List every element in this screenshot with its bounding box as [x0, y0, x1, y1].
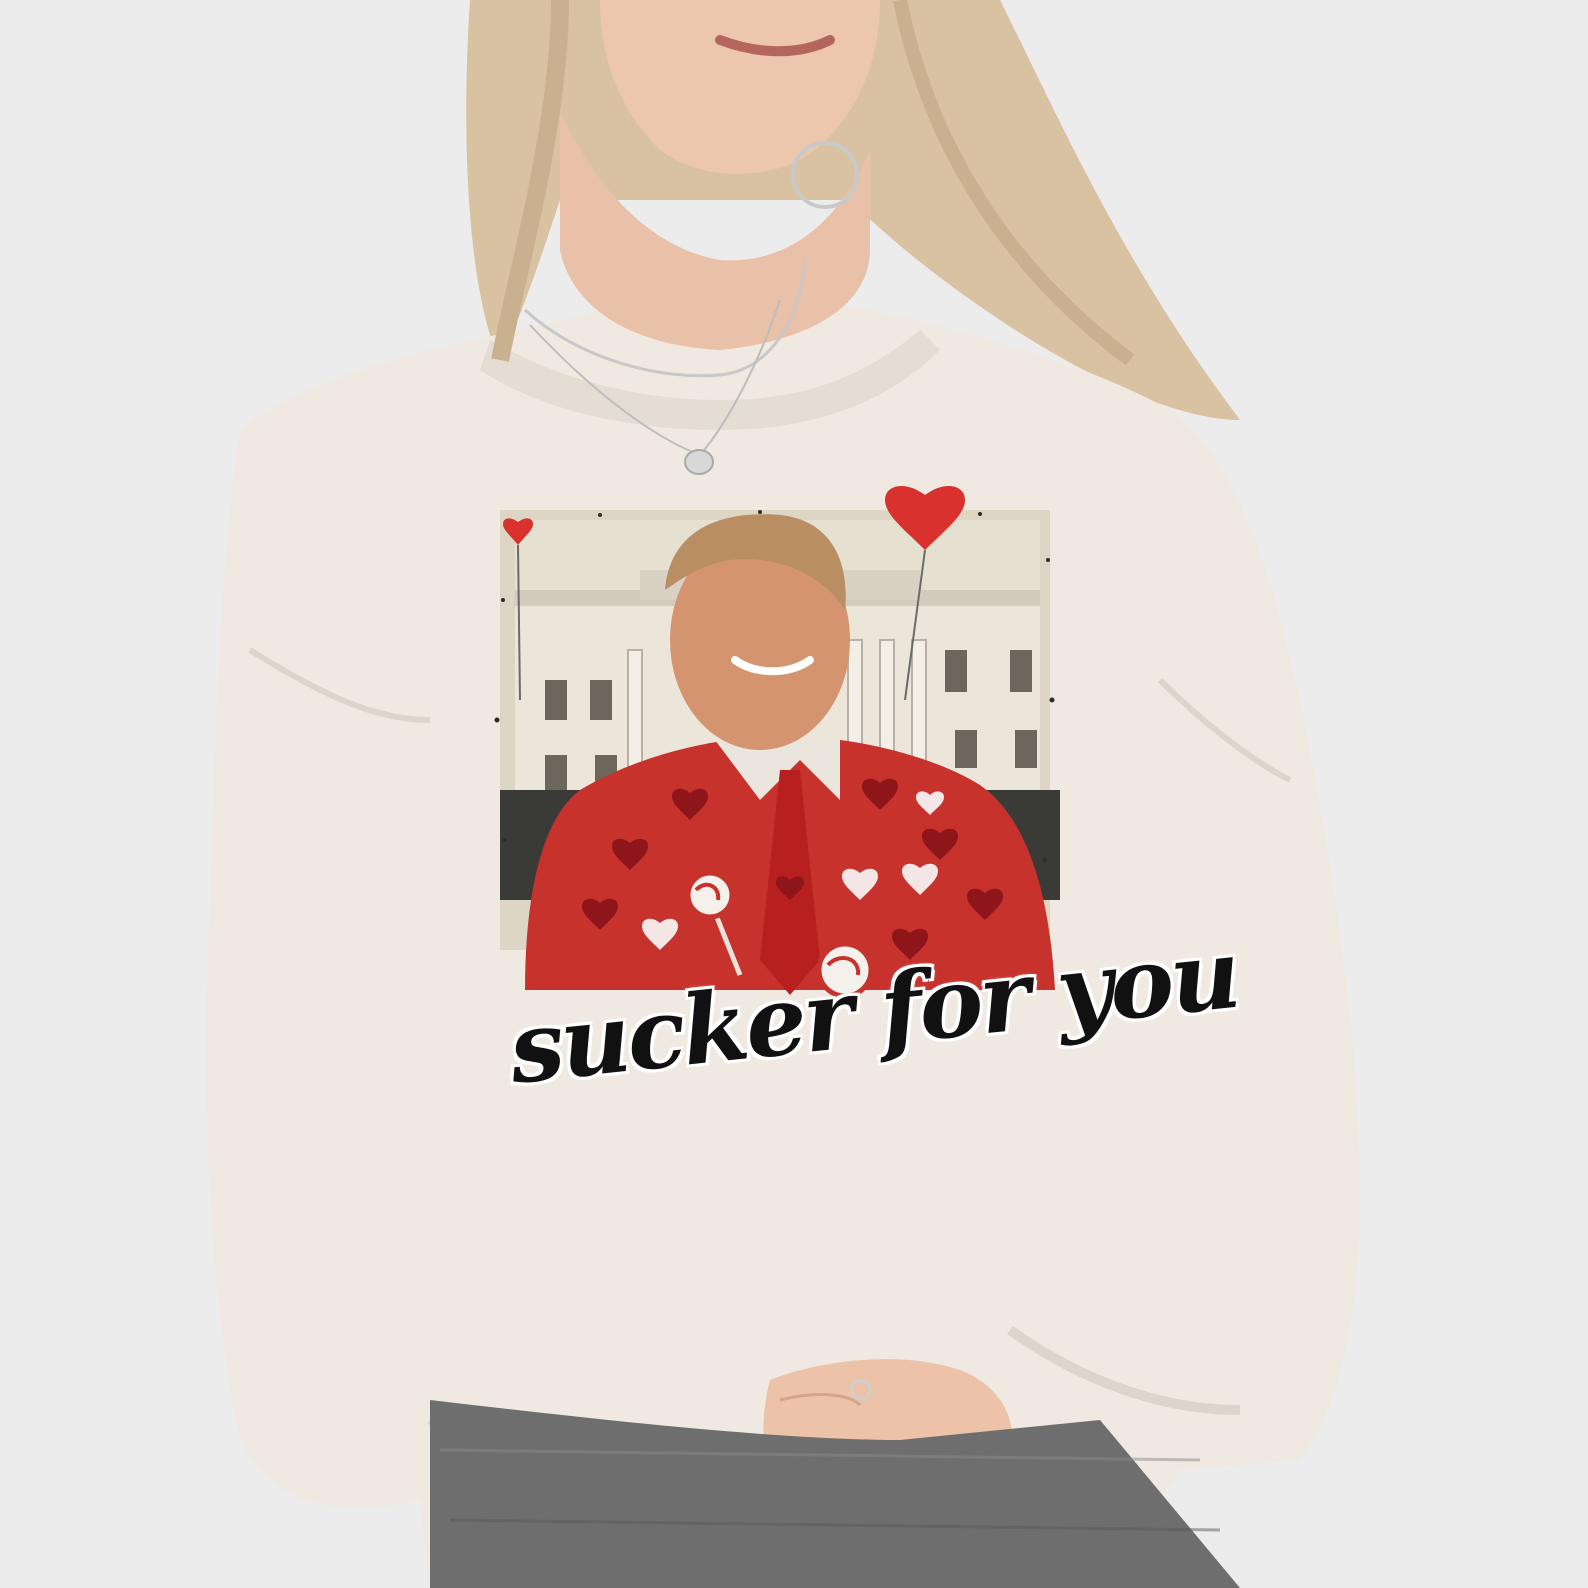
- photo-illustration: [0, 0, 1588, 1588]
- product-photo: sucker for you: [0, 0, 1588, 1588]
- print-graphic: [494, 485, 1060, 1011]
